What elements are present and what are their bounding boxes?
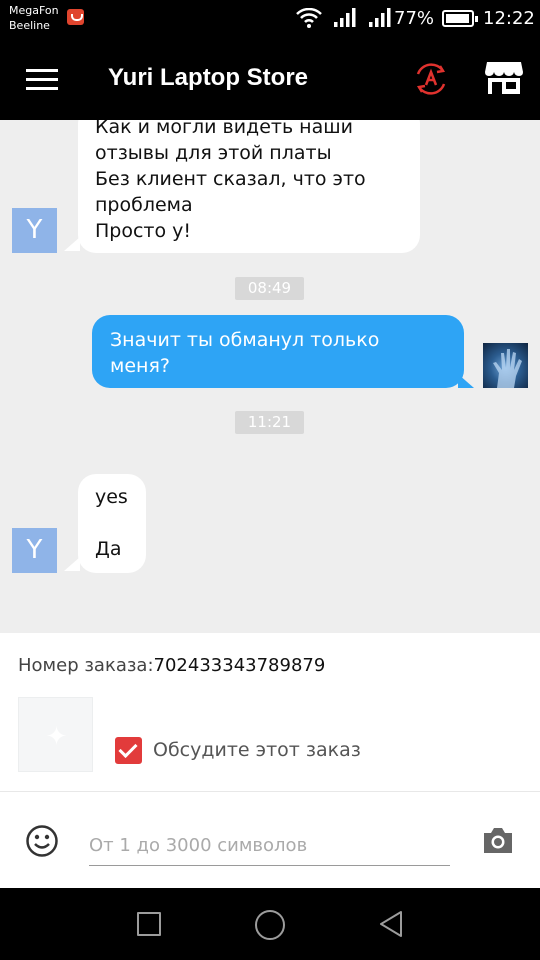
hand-image bbox=[493, 349, 522, 388]
message-line: Значит ты обманул только bbox=[110, 329, 380, 351]
signal-strength-1-icon bbox=[334, 8, 356, 27]
seller-avatar[interactable]: Y bbox=[12, 528, 57, 573]
emoji-icon[interactable] bbox=[25, 824, 59, 858]
signal-strength-2-icon bbox=[369, 8, 391, 27]
status-bar: MegaFon Beeline 77% 12:22 bbox=[0, 0, 540, 38]
page-title: Yuri Laptop Store bbox=[108, 64, 309, 91]
my-avatar[interactable] bbox=[483, 343, 528, 388]
translate-icon[interactable] bbox=[413, 62, 449, 96]
battery-percent: 77% bbox=[394, 8, 435, 29]
order-number: 702433343789879 bbox=[153, 655, 326, 676]
chat-messages[interactable]: Y Как и могли видеть наши отзывы для это… bbox=[0, 120, 540, 633]
message-line bbox=[95, 510, 129, 536]
discuss-order-checkbox[interactable] bbox=[115, 737, 142, 764]
message-composer bbox=[0, 791, 540, 888]
status-clock: 12:22 bbox=[483, 8, 535, 29]
message-line: Да bbox=[95, 538, 122, 560]
incoming-message[interactable]: Как и могли видеть наши отзывы для этой … bbox=[78, 120, 420, 253]
shopping-bag-notification-icon bbox=[67, 9, 84, 25]
message-line: yes bbox=[95, 486, 128, 508]
carrier-2: Beeline bbox=[9, 19, 50, 32]
order-panel: Номер заказа:702433343789879 Обсудите эт… bbox=[0, 633, 540, 791]
outgoing-message[interactable]: Значит ты обманул только меня? bbox=[92, 315, 464, 388]
store-icon[interactable] bbox=[484, 60, 524, 96]
battery-icon bbox=[442, 10, 478, 27]
wifi-icon bbox=[296, 8, 322, 28]
discuss-order-label[interactable]: Обсудите этот заказ bbox=[153, 739, 361, 761]
message-timestamp: 08:49 bbox=[235, 277, 304, 300]
message-line: Просто у! bbox=[95, 220, 192, 242]
message-line: Без клиент сказал, что это bbox=[95, 168, 366, 190]
message-timestamp: 11:21 bbox=[235, 411, 304, 434]
incoming-message[interactable]: yes Да bbox=[78, 474, 146, 573]
message-input[interactable] bbox=[89, 826, 450, 866]
message-line: Как и могли видеть наши bbox=[95, 120, 353, 138]
message-line: отзывы для этой платы bbox=[95, 142, 332, 164]
camera-icon[interactable] bbox=[481, 825, 515, 855]
system-nav-bar bbox=[0, 888, 540, 960]
bubble-tail bbox=[458, 374, 474, 388]
app-bar: Yuri Laptop Store bbox=[0, 38, 540, 120]
order-number-row: Номер заказа:702433343789879 bbox=[18, 655, 325, 676]
home-button[interactable] bbox=[255, 910, 285, 940]
back-button[interactable] bbox=[378, 910, 404, 938]
order-number-label: Номер заказа: bbox=[18, 655, 154, 676]
recent-apps-button[interactable] bbox=[137, 912, 161, 936]
carrier-1: MegaFon bbox=[9, 4, 59, 17]
carrier-names: MegaFon Beeline bbox=[9, 3, 59, 33]
product-thumbnail[interactable] bbox=[18, 697, 94, 772]
seller-avatar[interactable]: Y bbox=[12, 208, 57, 253]
message-line: меня? bbox=[110, 355, 170, 377]
menu-icon[interactable] bbox=[26, 69, 58, 91]
message-line: проблема bbox=[95, 194, 193, 216]
